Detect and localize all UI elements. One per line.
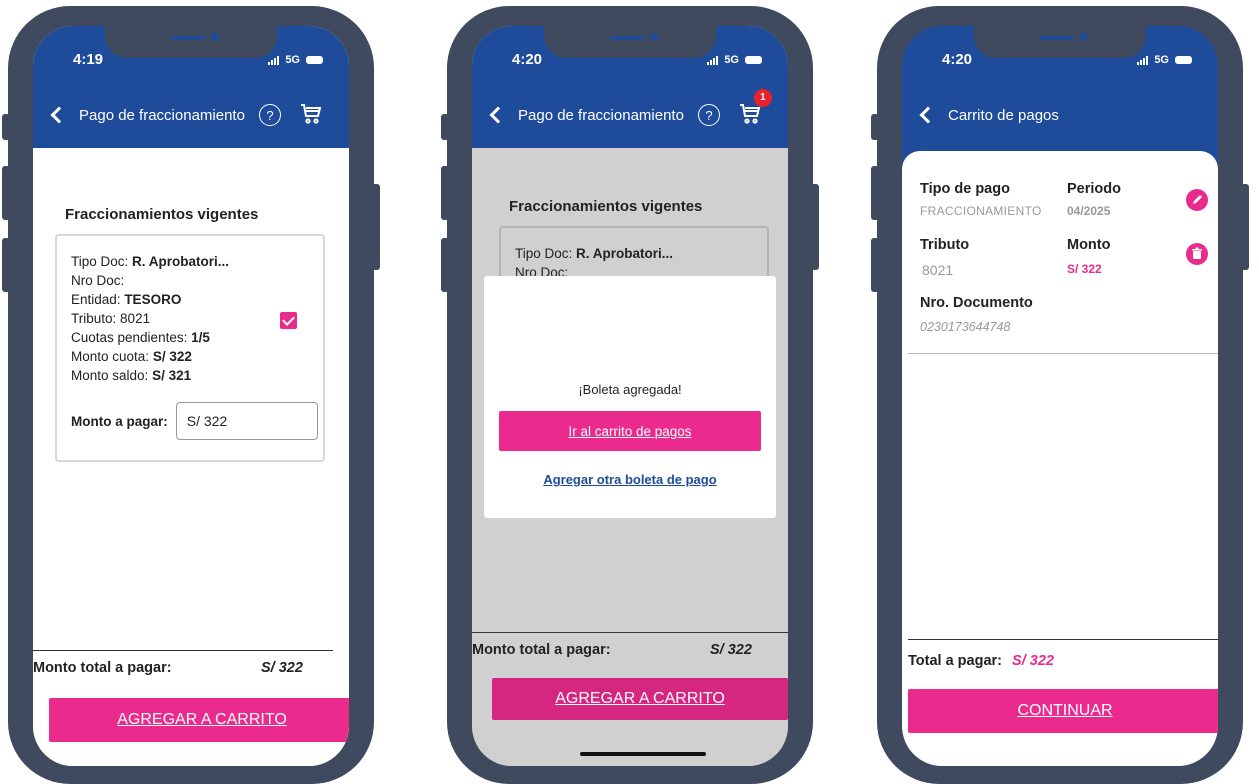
trash-icon[interactable] — [1186, 243, 1208, 265]
page-title: Pago de fraccionamiento — [79, 106, 245, 124]
phone-frame-1: 4:19 5G Pago de fraccionamiento ? Fracci… — [2, 6, 380, 784]
notch — [105, 26, 277, 58]
monto-cell: Monto S/ 322 — [1067, 237, 1110, 276]
monto-value: S/ 322 — [1067, 262, 1102, 276]
divider — [472, 632, 788, 633]
tipo-pago-cell: Tipo de pago FRACCIONAMIENTO — [920, 181, 1042, 218]
network-label: 5G — [724, 54, 739, 66]
shopping-cart-icon[interactable] — [299, 101, 323, 130]
total-label: Monto total a pagar: — [472, 642, 611, 658]
nro-doc-label: Nro Doc: — [71, 273, 125, 288]
monto-cuota-value: S/ 322 — [152, 349, 192, 364]
back-icon[interactable] — [50, 106, 68, 124]
add-to-cart-button[interactable]: AGREGAR A CARRITO — [492, 678, 788, 720]
tipo-doc-value: R. Aprobatori... — [132, 254, 230, 269]
monto-saldo-label: Monto saldo: — [71, 368, 149, 383]
total-value: S/ 322 — [710, 642, 752, 658]
cart-badge: 1 — [753, 88, 772, 107]
continue-button[interactable]: CONTINUAR — [908, 689, 1218, 733]
phone-frame-3: 4:20 5G Carrito de pagos Tipo de pago FR… — [871, 6, 1249, 784]
periodo-label: Periodo — [1067, 181, 1121, 197]
back-icon[interactable] — [489, 106, 507, 124]
help-icon[interactable]: ? — [697, 104, 720, 126]
status-bar: 5G — [1137, 54, 1192, 66]
tributo-cell: Tributo 8021 — [920, 237, 969, 278]
tipo-doc-value: R. Aprobatori... — [576, 246, 674, 261]
page-title: Pago de fraccionamiento — [518, 106, 684, 124]
cart-panel: Tipo de pago FRACCIONAMIENTO Periodo 04/… — [902, 151, 1218, 766]
tributo-label: Tributo — [920, 237, 970, 253]
monto-saldo-value: S/ 321 — [152, 368, 192, 383]
cuotas-value: 1/5 — [191, 330, 210, 345]
divider — [908, 639, 1218, 640]
signal-icon — [707, 55, 719, 65]
section-title: Fraccionamientos vigentes — [65, 206, 259, 223]
entidad-label: Entidad: — [71, 292, 121, 307]
item-divider — [908, 353, 1218, 354]
page-title: Carrito de pagos — [948, 106, 1059, 124]
total-label: Total a pagar: — [908, 653, 1002, 669]
edit-icon[interactable] — [1186, 189, 1208, 211]
select-checkbox[interactable] — [280, 312, 297, 329]
tributo-value: 8021 — [120, 311, 151, 326]
tipo-doc-label: Tipo Doc: — [515, 246, 573, 261]
monto-cuota-label: Monto cuota: — [71, 349, 150, 364]
total-row: Total a pagar: S/ 322 — [908, 653, 1054, 669]
modal-title: ¡Boleta agregada! — [578, 382, 682, 397]
tipo-pago-value: FRACCIONAMIENTO — [920, 204, 1042, 218]
installment-card: Tipo Doc: R. Aprobatori... Nro Doc: Enti… — [55, 234, 325, 462]
total-label: Monto total a pagar: — [33, 660, 172, 676]
status-time: 4:20 — [942, 51, 973, 68]
add-another-link[interactable]: Agregar otra boleta de pago — [484, 472, 776, 487]
battery-icon — [1175, 56, 1192, 64]
periodo-value: 04/2025 — [1067, 204, 1111, 218]
back-icon[interactable] — [919, 106, 937, 124]
network-label: 5G — [1154, 54, 1169, 66]
success-modal: ¡Boleta agregada! Ir al carrito de pagos… — [484, 276, 776, 518]
total-value: S/ 322 — [1012, 653, 1054, 669]
home-indicator — [580, 752, 706, 756]
status-bar: 5G — [707, 54, 762, 66]
battery-icon — [306, 56, 323, 64]
tipo-doc-label: Tipo Doc: — [71, 254, 129, 269]
documento-value: 0230173644748 — [920, 320, 1011, 334]
signal-icon — [268, 55, 280, 65]
screen-boleta-agregada: 4:20 5G Pago de fraccionamiento ? 1 Frac… — [472, 26, 788, 766]
add-to-cart-button[interactable]: AGREGAR A CARRITO — [49, 698, 349, 742]
go-to-cart-button[interactable]: Ir al carrito de pagos — [499, 411, 761, 451]
periodo-cell: Periodo 04/2025 — [1067, 181, 1121, 218]
documento-label: Nro. Documento — [920, 295, 1033, 311]
screen-carrito-pagos: 4:20 5G Carrito de pagos Tipo de pago FR… — [902, 26, 1218, 766]
tributo-value: 8021 — [922, 262, 954, 278]
status-bar: 5G — [268, 54, 323, 66]
cuotas-label: Cuotas pendientes: — [71, 330, 188, 345]
shopping-cart-icon[interactable]: 1 — [738, 88, 772, 130]
divider — [33, 650, 333, 651]
screen-pago-fraccionamiento: 4:19 5G Pago de fraccionamiento ? Fracci… — [33, 26, 349, 766]
total-value: S/ 322 — [261, 660, 303, 676]
tributo-label: Tributo: — [71, 311, 117, 326]
network-label: 5G — [285, 54, 300, 66]
main-content: Fraccionamientos vigentes Tipo Doc: R. A… — [33, 148, 349, 766]
entidad-value: TESORO — [124, 292, 182, 307]
monto-pagar-label: Monto a pagar: — [71, 413, 168, 429]
monto-label: Monto — [1067, 237, 1111, 253]
documento-cell: Nro. Documento 0230173644748 — [920, 295, 1033, 334]
signal-icon — [1137, 55, 1149, 65]
battery-icon — [745, 56, 762, 64]
help-icon[interactable]: ? — [258, 104, 281, 126]
notch — [974, 26, 1146, 58]
status-time: 4:19 — [73, 51, 104, 68]
notch — [544, 26, 716, 58]
monto-pagar-input[interactable]: S/ 322 — [175, 402, 318, 440]
section-title: Fraccionamientos vigentes — [509, 198, 703, 215]
status-time: 4:20 — [512, 51, 543, 68]
tipo-pago-label: Tipo de pago — [920, 181, 1010, 197]
phone-frame-2: 4:20 5G Pago de fraccionamiento ? 1 Frac… — [441, 6, 819, 784]
